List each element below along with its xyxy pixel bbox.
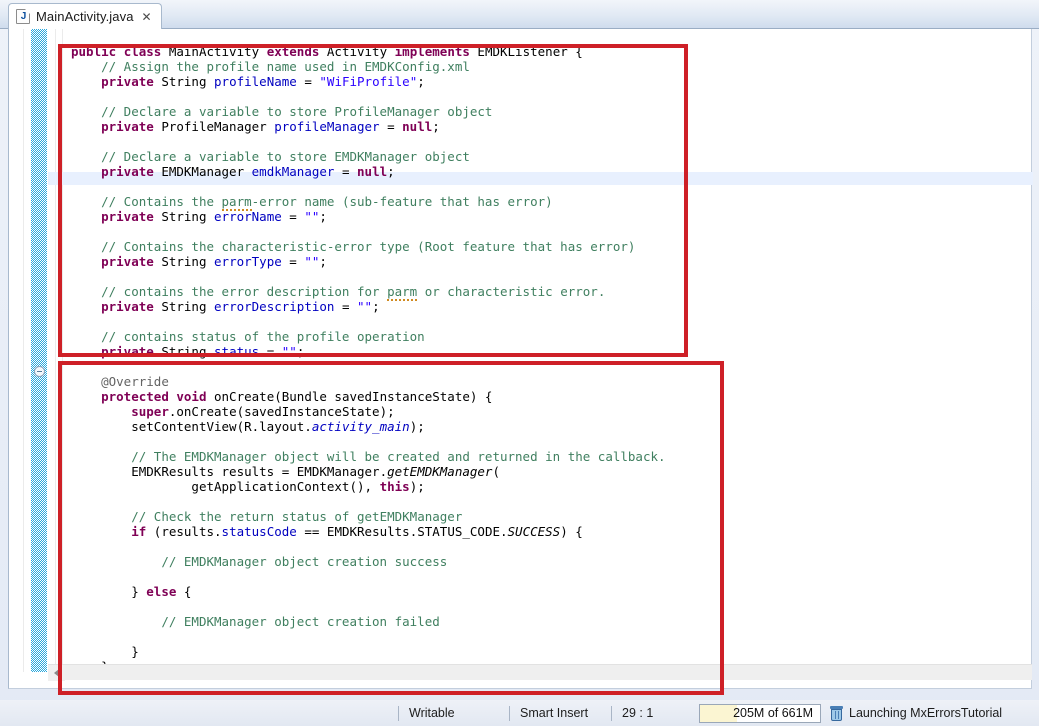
code-line: // contains status of the profile operat… <box>71 329 1026 344</box>
code-line: private String errorDescription = ""; <box>71 299 1026 314</box>
code-line: super.onCreate(savedInstanceState); <box>71 404 1026 419</box>
status-writable: Writable <box>399 702 509 724</box>
code-line: // Check the return status of getEMDKMan… <box>71 509 1026 524</box>
status-bar: Writable Smart Insert 29 : 1 205M of 661… <box>0 700 1039 726</box>
code-line: // contains the error description for pa… <box>71 284 1026 299</box>
close-icon[interactable]: ✕ <box>142 11 152 23</box>
code-line: private String status = ""; <box>71 344 1026 359</box>
code-line <box>71 224 1026 239</box>
code-line: private String profileName = "WiFiProfil… <box>71 74 1026 89</box>
code-line <box>71 599 1026 614</box>
heap-memory-indicator[interactable]: 205M of 661M <box>699 704 821 723</box>
editor-tab-mainactivity-java[interactable]: MainActivity.java ✕ <box>8 3 162 29</box>
code-line: protected void onCreate(Bundle savedInst… <box>71 389 1026 404</box>
code-line <box>71 89 1026 104</box>
code-line <box>71 179 1026 194</box>
code-line: // Contains the characteristic-error typ… <box>71 239 1026 254</box>
heap-memory-bar-fill <box>700 705 737 722</box>
horizontal-scrollbar[interactable] <box>48 664 1032 680</box>
code-line <box>71 569 1026 584</box>
code-line: private ProfileManager profileManager = … <box>71 119 1026 134</box>
code-line: // EMDKManager object creation failed <box>71 614 1026 629</box>
gutter-divider-left <box>23 29 24 672</box>
code-line: private EMDKManager emdkManager = null; <box>71 164 1026 179</box>
status-background-task: Launching MxErrorsTutorial <box>849 702 1012 724</box>
heap-memory-label: 205M of 661M <box>733 706 820 720</box>
code-line: } <box>71 644 1026 659</box>
code-line: // The EMDKManager object will be create… <box>71 449 1026 464</box>
code-line <box>71 434 1026 449</box>
code-text[interactable]: public class MainActivity extends Activi… <box>71 44 1026 684</box>
code-line <box>71 494 1026 509</box>
code-line: // Contains the parm-error name (sub-fea… <box>71 194 1026 209</box>
code-line <box>71 539 1026 554</box>
code-line <box>71 134 1026 149</box>
code-line: // Declare a variable to store ProfileMa… <box>71 104 1026 119</box>
java-source-editor[interactable]: public class MainActivity extends Activi… <box>8 29 1032 689</box>
code-line: // Declare a variable to store EMDKManag… <box>71 149 1026 164</box>
code-line: // EMDKManager object creation success <box>71 554 1026 569</box>
editor-tab-bar: MainActivity.java ✕ <box>0 0 1039 29</box>
code-line: public class MainActivity extends Activi… <box>71 44 1026 59</box>
code-line: } else { <box>71 584 1026 599</box>
code-line <box>71 359 1026 374</box>
status-caret-position: 29 : 1 <box>612 702 699 724</box>
code-line: private String errorType = ""; <box>71 254 1026 269</box>
code-line: // Assign the profile name used in EMDKC… <box>71 59 1026 74</box>
code-line <box>71 269 1026 284</box>
code-line <box>71 629 1026 644</box>
code-line: if (results.statusCode == EMDKResults.ST… <box>71 524 1026 539</box>
code-line: private String errorName = ""; <box>71 209 1026 224</box>
eclipse-ide-window: MainActivity.java ✕ public class MainAct… <box>0 0 1039 726</box>
code-line <box>71 314 1026 329</box>
java-file-icon <box>16 9 30 24</box>
editor-tab-label: MainActivity.java <box>36 9 134 24</box>
code-line: setContentView(R.layout.activity_main); <box>71 419 1026 434</box>
gutter-divider-fold <box>55 29 56 672</box>
code-line: @Override <box>71 374 1026 389</box>
gutter-divider-right <box>62 29 63 672</box>
code-line: EMDKResults results = EMDKManager.getEMD… <box>71 464 1026 479</box>
annotation-overview-ruler[interactable] <box>31 29 47 672</box>
trash-icon[interactable] <box>830 706 843 721</box>
fold-collapse-icon-oncreate[interactable] <box>34 366 45 377</box>
scroll-left-arrow-icon[interactable] <box>48 665 65 681</box>
code-line: getApplicationContext(), this); <box>71 479 1026 494</box>
status-insert-mode: Smart Insert <box>510 702 611 724</box>
